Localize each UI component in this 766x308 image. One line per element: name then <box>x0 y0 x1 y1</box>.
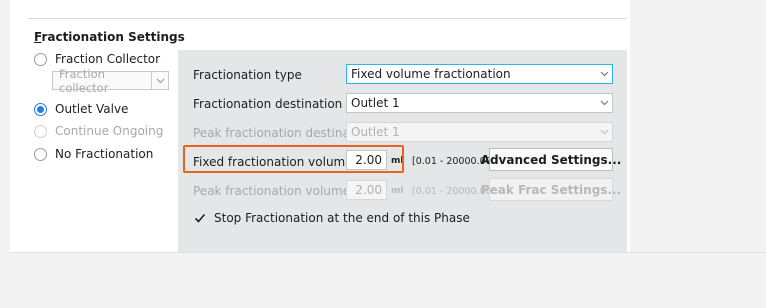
section-title-rest: ractionation Settings <box>41 30 185 44</box>
stop-fractionation-checkbox-row[interactable]: Stop Fractionation at the end of this Ph… <box>193 211 470 225</box>
radio-button[interactable] <box>34 52 47 66</box>
check-icon <box>194 213 205 223</box>
chevron-down-icon <box>151 72 168 89</box>
fractionation-type-dropdown[interactable]: Fixed volume fractionation <box>346 64 613 84</box>
radio-no-fractionation[interactable]: No Fractionation <box>34 147 153 161</box>
fractionation-destination-value: Outlet 1 <box>351 96 400 110</box>
stop-fractionation-checkbox[interactable] <box>193 212 206 225</box>
fraction-collector-dropdown-value: Fraction collector <box>59 66 109 95</box>
section-title: Fractionation Settings <box>34 30 185 44</box>
advanced-settings-button[interactable]: Advanced Settings... <box>481 148 621 171</box>
chevron-down-icon <box>596 123 612 141</box>
peak-fractionation-volume-label: Peak fractionation volume <box>193 184 351 198</box>
radio-label: Outlet Valve <box>55 102 129 116</box>
footer-area <box>10 252 766 308</box>
radio-label: Continue Ongoing <box>55 124 164 138</box>
peak-fractionation-destination-value: Outlet 1 <box>351 125 400 139</box>
chevron-down-icon <box>596 94 612 112</box>
stop-fractionation-label: Stop Fractionation at the end of this Ph… <box>214 211 470 225</box>
fractionation-destination-dropdown[interactable]: Outlet 1 <box>346 93 613 113</box>
radio-button[interactable] <box>34 124 47 138</box>
peak-fractionation-volume-input[interactable]: 2.00 <box>346 180 387 200</box>
fractionation-type-value: Fixed volume fractionation <box>351 67 511 81</box>
radio-fraction-collector[interactable]: Fraction Collector <box>34 52 160 66</box>
radio-continue-ongoing[interactable]: Continue Ongoing <box>34 124 163 138</box>
radio-button[interactable] <box>34 147 47 161</box>
fractionation-settings-panel: Fractionation Settings Fraction Collecto… <box>0 0 766 308</box>
chevron-down-icon <box>596 65 612 83</box>
fractionation-type-label: Fractionation type <box>193 68 302 82</box>
highlight-annotation <box>183 145 404 173</box>
radio-outlet-valve[interactable]: Outlet Valve <box>34 102 128 116</box>
peak-fractionation-destination-dropdown[interactable]: Outlet 1 <box>346 122 613 142</box>
radio-label: Fraction Collector <box>55 52 161 66</box>
radio-label: No Fractionation <box>55 147 154 161</box>
peak-frac-settings-button[interactable]: Peak Frac Settings... <box>481 178 621 201</box>
peak-fractionation-volume-unit: ml <box>391 186 404 196</box>
top-divider <box>28 18 626 19</box>
fractionation-destination-label: Fractionation destination <box>193 97 343 111</box>
radio-button[interactable] <box>34 102 47 116</box>
fraction-collector-dropdown[interactable]: Fraction collector <box>52 67 169 95</box>
